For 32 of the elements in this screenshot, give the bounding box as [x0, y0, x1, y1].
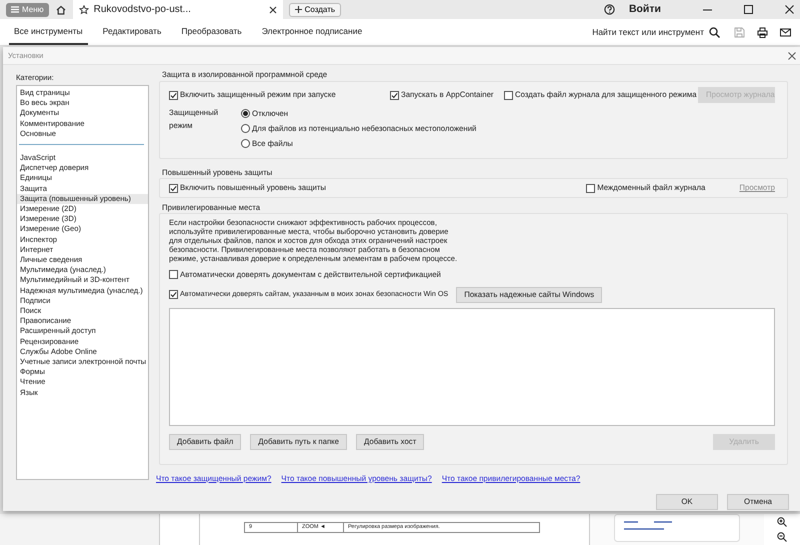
close-icon[interactable]	[788, 52, 796, 60]
sign-in-link[interactable]: Войти	[628, 2, 661, 18]
toolbar-tab[interactable]: Редактировать	[98, 19, 166, 45]
checkbox[interactable]	[390, 90, 399, 100]
mail-icon[interactable]	[780, 26, 791, 38]
radio-button[interactable]	[241, 109, 250, 118]
printer-icon[interactable]	[757, 26, 768, 38]
checkbox[interactable]	[169, 90, 178, 100]
zoom-out-icon[interactable]	[777, 532, 787, 542]
help-icon[interactable]	[604, 4, 615, 15]
radio-button[interactable]	[241, 139, 250, 148]
home-icon[interactable]	[54, 4, 67, 16]
star-icon[interactable]	[78, 4, 89, 14]
radio-button[interactable]	[241, 124, 250, 133]
checkbox[interactable]	[169, 270, 178, 280]
create-button[interactable]: Создать	[288, 2, 342, 16]
toolbar-tab[interactable]: Преобразовать	[176, 19, 247, 45]
page-thumbnail-drawing[interactable]	[614, 514, 740, 542]
menu-icon	[11, 6, 19, 13]
checkbox[interactable]	[169, 290, 178, 300]
search-label[interactable]: Найти текст или инструмент	[592, 26, 704, 38]
document-tab[interactable]: Rukovodstvo-po-ust...	[72, 0, 283, 19]
search-icon[interactable]	[709, 26, 720, 38]
checkbox[interactable]	[504, 90, 513, 100]
close-icon[interactable]	[268, 6, 277, 14]
checkbox[interactable]	[586, 184, 596, 192]
maximize-icon[interactable]	[744, 5, 753, 14]
plus-icon	[294, 6, 302, 13]
close-icon[interactable]	[785, 5, 794, 14]
toolbar-tab[interactable]: Электронное подписание	[256, 19, 368, 45]
checkbox[interactable]	[169, 184, 178, 192]
zoom-in-icon[interactable]	[777, 516, 787, 527]
